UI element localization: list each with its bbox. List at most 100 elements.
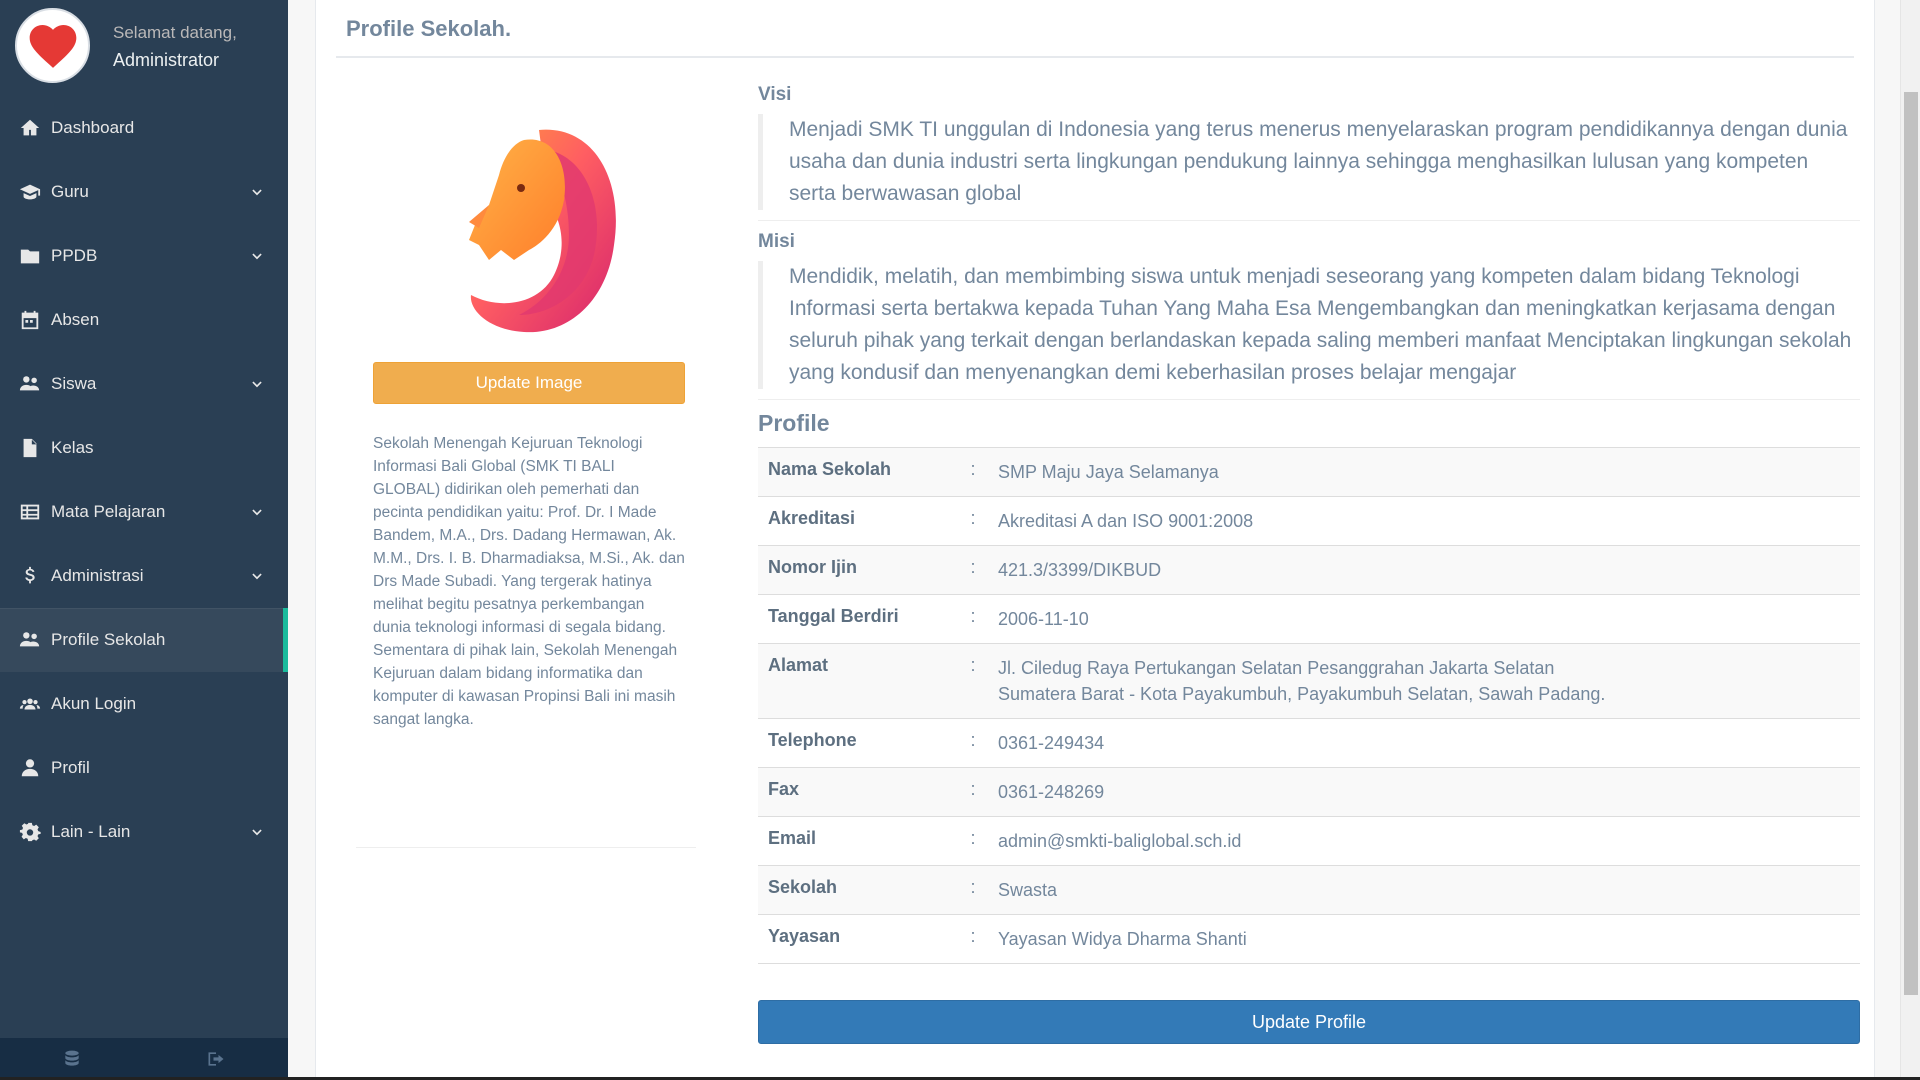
chevron-down-icon: [250, 569, 264, 583]
sidebar-item-label: Guru: [51, 182, 89, 201]
vertical-scrollbar[interactable]: [1900, 0, 1920, 1080]
table-row: Fax : 0361-248269: [758, 767, 1860, 817]
sidebar-item-label: Profile Sekolah: [51, 630, 166, 649]
profile-table: Nama Sekolah : SMP Maju Jaya Selamanya A…: [758, 447, 1860, 964]
folder-icon: [18, 244, 42, 268]
graduation-cap-icon: [18, 180, 42, 204]
sidebar: Selamat datang, Administrator Dashboard …: [0, 0, 288, 1080]
dollar-icon: [18, 564, 42, 588]
address-line-2: Sumatera Barat - Kota Payakumbuh, Payaku…: [998, 684, 1606, 704]
sidebar-item-label: Absen: [51, 310, 100, 329]
table-icon: [18, 500, 42, 524]
table-row: Nama Sekolah : SMP Maju Jaya Selamanya: [758, 447, 1860, 497]
row-separator: :: [958, 914, 988, 964]
sign-out-icon: [208, 1052, 224, 1066]
table-row: Nomor Ijin : 421.3/3399/DIKBUD: [758, 545, 1860, 595]
row-value: 421.3/3399/DIKBUD: [988, 545, 1860, 595]
table-row: Email : admin@smkti-baliglobal.sch.id: [758, 816, 1860, 866]
update-image-button[interactable]: Update Image: [373, 362, 685, 404]
row-value: 0361-249434: [988, 718, 1860, 768]
table-row: Tanggal Berdiri : 2006-11-10: [758, 594, 1860, 644]
row-value: admin@smkti-baliglobal.sch.id: [988, 816, 1860, 866]
address-line-1: Jl. Ciledug Raya Pertukangan Selatan Pes…: [998, 658, 1555, 678]
table-row: Alamat : Jl. Ciledug Raya Pertukangan Se…: [758, 643, 1860, 719]
users-icon: [18, 628, 42, 652]
user-icon: [18, 756, 42, 780]
misi-heading: Misi: [758, 231, 795, 252]
sidebar-item-lain-lain[interactable]: Lain - Lain: [0, 800, 288, 864]
sidebar-item-label: Kelas: [51, 438, 94, 457]
sidebar-item-kelas[interactable]: Kelas: [0, 416, 288, 480]
title-divider: [336, 56, 1854, 58]
sidebar-item-label: Akun Login: [51, 694, 137, 713]
sidebar-item-ppdb[interactable]: PPDB: [0, 224, 288, 288]
row-value: Swasta: [988, 865, 1860, 915]
row-label: Fax: [758, 767, 958, 817]
sidebar-item-mata-pelajaran[interactable]: Mata Pelajaran: [0, 480, 288, 544]
profile-heading: Profile: [758, 410, 830, 436]
chevron-down-icon: [250, 185, 264, 199]
welcome-text: Selamat datang,: [113, 23, 237, 42]
avatar[interactable]: [15, 8, 90, 83]
main-content: Profile Sekolah. Update Image Sekolah Me…: [288, 0, 1900, 1080]
school-logo: [469, 129, 616, 333]
logout-button[interactable]: [144, 1038, 288, 1080]
visi-heading: Visi: [758, 84, 792, 105]
user-profile-block: Selamat datang, Administrator: [0, 0, 288, 96]
sidebar-item-absen[interactable]: Absen: [0, 288, 288, 352]
row-separator: :: [958, 718, 988, 768]
home-icon: [18, 116, 42, 140]
divider: [758, 399, 1860, 400]
sidebar-item-label: Administrasi: [51, 566, 144, 585]
update-profile-button[interactable]: Update Profile: [758, 1000, 1860, 1044]
row-label: Nomor Ijin: [758, 545, 958, 595]
left-divider: [356, 847, 696, 848]
table-row: Akreditasi : Akreditasi A dan ISO 9001:2…: [758, 496, 1860, 546]
sidebar-item-dashboard[interactable]: Dashboard: [0, 96, 288, 160]
row-value: Jl. Ciledug Raya Pertukangan Selatan Pes…: [988, 643, 1860, 719]
school-info-column: Visi Menjadi SMK TI unggulan di Indonesi…: [758, 84, 1860, 1044]
sidebar-item-siswa[interactable]: Siswa: [0, 352, 288, 416]
school-image-column: Update Image Sekolah Menengah Kejuruan T…: [373, 110, 685, 731]
row-value: 0361-248269: [988, 767, 1860, 817]
row-label: Email: [758, 816, 958, 866]
sidebar-item-label: Lain - Lain: [51, 822, 131, 841]
school-description: Sekolah Menengah Kejuruan Teknologi Info…: [373, 435, 685, 728]
file-text-icon: [18, 436, 42, 460]
sidebar-item-guru[interactable]: Guru: [0, 160, 288, 224]
sidebar-item-label: Dashboard: [51, 118, 135, 137]
row-separator: :: [958, 643, 988, 719]
table-row: Telephone : 0361-249434: [758, 718, 1860, 768]
gear-icon: [18, 820, 42, 844]
table-row: Sekolah : Swasta: [758, 865, 1860, 915]
row-value: Akreditasi A dan ISO 9001:2008: [988, 496, 1860, 546]
calendar-icon: [18, 308, 42, 332]
scrollbar-thumb[interactable]: [1904, 92, 1918, 995]
row-value: SMP Maju Jaya Selamanya: [988, 447, 1860, 497]
sidebar-footer: [0, 1038, 288, 1080]
users-icon: [18, 372, 42, 396]
row-separator: :: [958, 767, 988, 817]
row-separator: :: [958, 496, 988, 546]
database-icon: [65, 1050, 79, 1066]
visi-text: Menjadi SMK TI unggulan di Indonesia yan…: [758, 114, 1860, 210]
table-row: Yayasan : Yayasan Widya Dharma Shanti: [758, 914, 1860, 964]
row-separator: :: [958, 545, 988, 595]
misi-text: Mendidik, melatih, dan membimbing siswa …: [758, 261, 1860, 389]
row-label: Nama Sekolah: [758, 447, 958, 497]
sidebar-item-label: Siswa: [51, 374, 97, 393]
database-button[interactable]: [0, 1038, 144, 1080]
sidebar-item-profil[interactable]: Profil: [0, 736, 288, 800]
sidebar-item-akun-login[interactable]: Akun Login: [0, 672, 288, 736]
sidebar-item-administrasi[interactable]: Administrasi: [0, 544, 288, 608]
chevron-down-icon: [250, 377, 264, 391]
sidebar-item-profile-sekolah[interactable]: Profile Sekolah: [0, 608, 288, 672]
row-value: Yayasan Widya Dharma Shanti: [988, 914, 1860, 964]
chevron-down-icon: [250, 825, 264, 839]
row-value: 2006-11-10: [988, 594, 1860, 644]
sidebar-menu: Dashboard Guru PPDB Absen Siswa Kelas Ma…: [0, 96, 288, 864]
row-separator: :: [958, 447, 988, 497]
chevron-down-icon: [250, 505, 264, 519]
row-separator: :: [958, 594, 988, 644]
row-label: Alamat: [758, 643, 958, 719]
